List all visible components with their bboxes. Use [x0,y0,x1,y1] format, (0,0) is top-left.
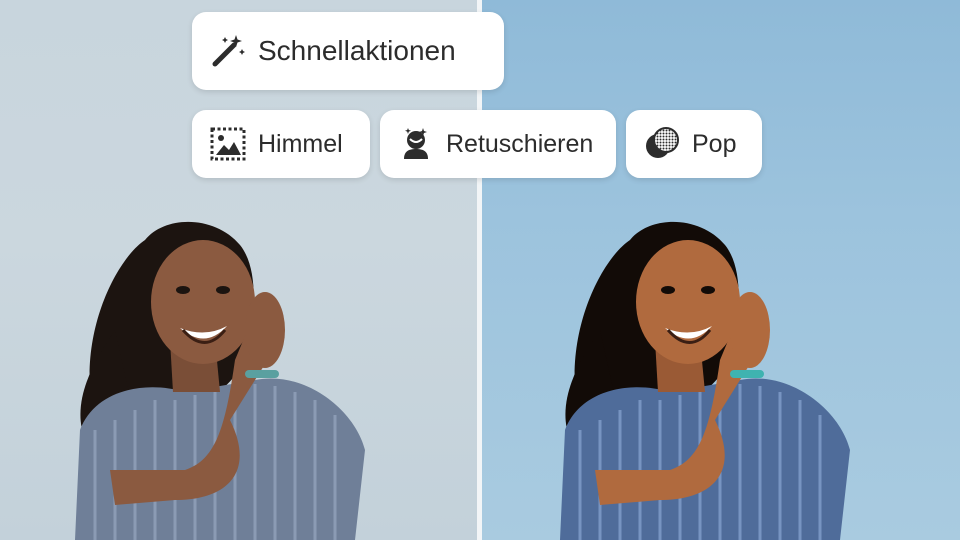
pop-circles-icon [644,126,680,162]
sky-action-button[interactable]: Himmel [192,110,370,178]
quick-actions-button[interactable]: Schnellaktionen [192,12,504,90]
retouch-action-label: Retuschieren [446,129,594,158]
retouch-action-button[interactable]: Retuschieren [380,110,616,178]
pop-action-label: Pop [692,129,737,158]
sky-action-label: Himmel [258,129,343,158]
person-figure-after [560,221,850,540]
after-photo [482,0,960,540]
magic-wand-icon [210,33,246,69]
quick-actions-label: Schnellaktionen [258,35,456,66]
retouch-face-icon [398,126,434,162]
sky-replace-icon [210,126,246,162]
pop-action-button[interactable]: Pop [626,110,762,178]
